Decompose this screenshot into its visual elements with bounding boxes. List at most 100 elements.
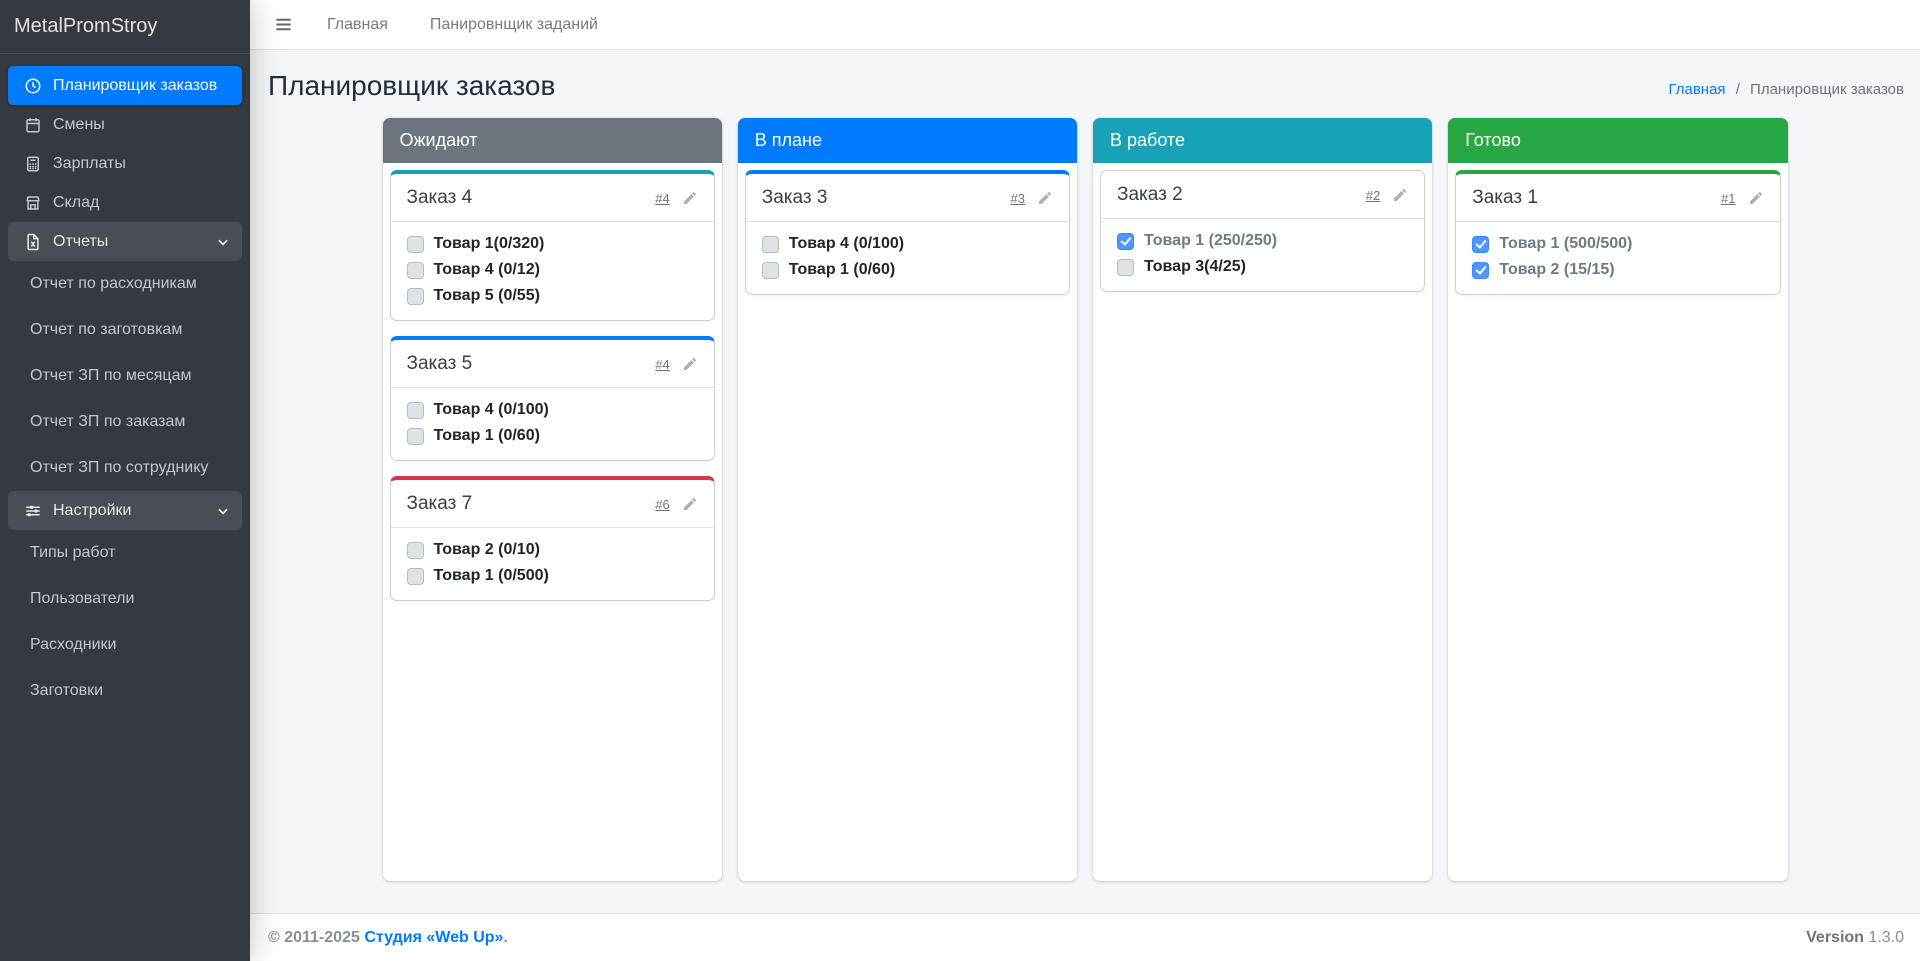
edit-pencil-icon[interactable] bbox=[682, 356, 698, 372]
breadcrumb: Главная / Планировщик заказов bbox=[1668, 81, 1904, 102]
sidebar-item-label: Расходники bbox=[30, 636, 117, 653]
item-checkbox[interactable] bbox=[1472, 235, 1490, 253]
order-item-row: Товар 5 (0/55) bbox=[406, 287, 698, 305]
sidebar-nav: Планировщик заказов Смены Зарплаты Склад bbox=[0, 54, 250, 726]
sidebar-item-report-blanks[interactable]: Отчет по заготовкам bbox=[8, 307, 242, 353]
order-items: Товар 4 (0/100) Товар 1 (0/60) bbox=[746, 222, 1069, 294]
sidebar-item-salaries[interactable]: Зарплаты bbox=[8, 144, 242, 183]
order-card-header: Заказ 7 #6 bbox=[390, 480, 714, 528]
item-checkbox[interactable] bbox=[406, 261, 424, 279]
sidebar-item-users[interactable]: Пользователи bbox=[8, 576, 242, 622]
order-ref-link[interactable]: #2 bbox=[1366, 188, 1380, 203]
order-tools: #1 bbox=[1721, 190, 1763, 206]
edit-pencil-icon[interactable] bbox=[1392, 187, 1408, 203]
topbar-link-home[interactable]: Главная bbox=[311, 10, 404, 40]
breadcrumb-separator: / bbox=[1735, 81, 1740, 98]
order-tools: #2 bbox=[1366, 187, 1408, 203]
edit-pencil-icon[interactable] bbox=[1748, 190, 1764, 206]
sidebar-item-warehouse[interactable]: Склад bbox=[8, 183, 242, 222]
sidebar-item-reports[interactable]: Отчеты bbox=[8, 222, 242, 261]
order-items: Товар 1(0/320) Товар 4 (0/12) Товар 5 (0… bbox=[391, 222, 714, 320]
order-ref-link[interactable]: #1 bbox=[1721, 191, 1735, 206]
item-label: Товар 1 (0/500) bbox=[433, 567, 549, 584]
order-ref-link[interactable]: #4 bbox=[655, 357, 669, 372]
item-checkbox[interactable] bbox=[761, 235, 779, 253]
kanban-column-done: Готово Заказ 1 #1 Товар 1 (500/500) Това… bbox=[1448, 118, 1788, 881]
item-checkbox[interactable] bbox=[761, 261, 779, 279]
order-item-row: Товар 1 (0/500) bbox=[406, 567, 698, 585]
item-label: Товар 1 (500/500) bbox=[1499, 235, 1633, 252]
item-checkbox[interactable] bbox=[1117, 258, 1134, 276]
sidebar-item-settings[interactable]: Настройки bbox=[8, 491, 242, 530]
sidebar-item-label: Отчет по заготовкам bbox=[30, 321, 183, 338]
column-title: В работе bbox=[1110, 130, 1186, 150]
topbar: Главная Панировнщик заданий bbox=[250, 0, 1920, 50]
sidebar-item-label: Отчет ЗП по месяцам bbox=[30, 367, 192, 384]
sidebar-item-report-salary-orders[interactable]: Отчет ЗП по заказам bbox=[8, 399, 242, 445]
clock-icon bbox=[20, 76, 45, 95]
topbar-link-task-planner[interactable]: Панировнщик заданий bbox=[414, 10, 614, 40]
column-header: В плане bbox=[737, 118, 1077, 163]
sidebar-item-report-consumables[interactable]: Отчет по расходникам bbox=[8, 261, 242, 307]
sidebar-item-shifts[interactable]: Смены bbox=[8, 105, 242, 144]
calendar-icon bbox=[20, 115, 45, 134]
order-ref-link[interactable]: #3 bbox=[1011, 191, 1025, 206]
order-item-row: Товар 3(4/25) bbox=[1117, 258, 1408, 276]
order-title: Заказ 5 bbox=[406, 353, 473, 374]
column-header: Готово bbox=[1448, 118, 1788, 163]
item-checkbox[interactable] bbox=[406, 235, 424, 253]
content: Планировщик заказов Главная / Планировщи… bbox=[250, 50, 1920, 961]
order-card-header: Заказ 5 #4 bbox=[390, 340, 714, 388]
sidebar-item-label: Отчеты bbox=[53, 232, 109, 250]
column-title: В плане bbox=[754, 130, 822, 150]
sidebar-item-report-salary-employee[interactable]: Отчет ЗП по сотруднику bbox=[8, 445, 242, 491]
order-items: Товар 1 (250/250) Товар 3(4/25) bbox=[1101, 219, 1424, 291]
item-checkbox[interactable] bbox=[406, 541, 424, 559]
sidebar-item-order-planner[interactable]: Планировщик заказов bbox=[8, 66, 242, 105]
sidebar-item-label: Смены bbox=[53, 115, 105, 133]
item-checkbox[interactable] bbox=[406, 567, 424, 585]
column-title: Готово bbox=[1465, 130, 1521, 150]
item-checkbox[interactable] bbox=[406, 287, 424, 305]
edit-pencil-icon[interactable] bbox=[1037, 190, 1053, 206]
footer: © 2011-2025 Студия «Web Up». Version 1.3… bbox=[250, 913, 1920, 961]
brand-link[interactable]: MetalPromStroy bbox=[0, 0, 250, 54]
order-title: Заказ 3 bbox=[761, 187, 828, 208]
item-checkbox[interactable] bbox=[406, 427, 424, 445]
order-item-row: Товар 4 (0/12) bbox=[406, 261, 698, 279]
sidebar-item-work-types[interactable]: Типы работ bbox=[8, 530, 242, 576]
order-card-header: Заказ 2 #2 bbox=[1101, 171, 1425, 219]
order-ref-link[interactable]: #4 bbox=[655, 191, 669, 206]
order-item-row: Товар 2 (15/15) bbox=[1472, 261, 1763, 279]
edit-pencil-icon[interactable] bbox=[682, 496, 698, 512]
breadcrumb-home-link[interactable]: Главная bbox=[1668, 81, 1725, 98]
order-title: Заказ 4 bbox=[406, 187, 473, 208]
studio-link[interactable]: Студия «Web Up» bbox=[364, 929, 503, 946]
column-body: Заказ 2 #2 Товар 1 (250/250) Товар 3(4/2… bbox=[1093, 163, 1432, 299]
sidebar-item-consumables[interactable]: Расходники bbox=[8, 622, 242, 668]
order-ref-link[interactable]: #6 bbox=[655, 497, 669, 512]
order-title: Заказ 2 bbox=[1117, 184, 1183, 205]
hamburger-icon[interactable] bbox=[266, 9, 301, 40]
order-items: Товар 4 (0/100) Товар 1 (0/60) bbox=[391, 388, 714, 460]
sidebar-item-blanks[interactable]: Заготовки bbox=[8, 668, 242, 714]
sidebar-item-report-salary-months[interactable]: Отчет ЗП по месяцам bbox=[8, 353, 242, 399]
item-checkbox[interactable] bbox=[1472, 261, 1490, 279]
order-item-row: Товар 4 (0/100) bbox=[761, 235, 1053, 253]
breadcrumb-current: Планировщик заказов bbox=[1750, 81, 1904, 98]
order-item-row: Товар 1 (0/60) bbox=[406, 427, 698, 445]
sidebar-item-label: Заготовки bbox=[30, 682, 104, 699]
edit-pencil-icon[interactable] bbox=[682, 190, 698, 206]
column-title: Ожидают bbox=[399, 130, 478, 150]
sidebar-item-label: Отчет ЗП по заказам bbox=[30, 413, 186, 430]
version-label: Version bbox=[1806, 928, 1864, 946]
item-checkbox[interactable] bbox=[1117, 232, 1134, 250]
kanban-board: Ожидают Заказ 4 #4 Товар 1(0/320) Товар … bbox=[382, 118, 1788, 881]
version-value: 1.3.0 bbox=[1868, 928, 1904, 946]
chevron-down-icon bbox=[216, 235, 230, 249]
column-body: Заказ 1 #1 Товар 1 (500/500) Товар 2 (15… bbox=[1448, 163, 1787, 302]
item-checkbox[interactable] bbox=[406, 401, 424, 419]
item-label: Товар 1 (250/250) bbox=[1144, 232, 1278, 249]
order-card-header: Заказ 4 #4 bbox=[390, 174, 714, 222]
item-label: Товар 4 (0/100) bbox=[788, 235, 905, 252]
